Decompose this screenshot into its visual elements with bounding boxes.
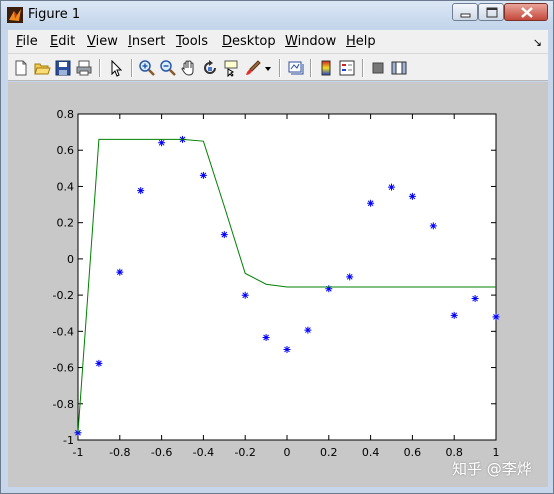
data-point bbox=[492, 313, 500, 321]
x-tick-label: -1 bbox=[73, 446, 84, 459]
brush-icon[interactable] bbox=[244, 59, 262, 77]
data-point bbox=[388, 183, 395, 191]
print-icon[interactable] bbox=[75, 59, 93, 77]
x-tick-label: 0.6 bbox=[404, 446, 422, 459]
close-button[interactable] bbox=[504, 3, 548, 21]
toolbar-separator bbox=[279, 59, 281, 77]
minimize-icon bbox=[460, 13, 471, 18]
watermark-text: 知乎 @李烨 bbox=[452, 460, 532, 478]
data-point bbox=[408, 192, 416, 200]
y-tick-label: 0.4 bbox=[57, 180, 75, 193]
y-tick-label: 0 bbox=[67, 253, 74, 266]
toolbar-separator bbox=[310, 59, 312, 77]
data-point bbox=[262, 333, 270, 341]
x-tick-label: 0.2 bbox=[320, 446, 338, 459]
figure-window: Figure 1 File Edit View Insert Tools Des… bbox=[0, 0, 554, 494]
y-tick-label: -0.6 bbox=[53, 362, 74, 375]
link-plot-icon[interactable] bbox=[287, 59, 305, 77]
axes-box bbox=[77, 113, 497, 441]
y-tick-label: -1 bbox=[63, 434, 74, 447]
toolbar-separator bbox=[131, 59, 133, 77]
data-point bbox=[199, 171, 207, 179]
data-point bbox=[220, 231, 228, 239]
menu-window[interactable]: Window bbox=[285, 34, 336, 49]
data-cursor-icon[interactable] bbox=[222, 59, 240, 77]
menu-bar: File Edit View Insert Tools Desktop Wind… bbox=[8, 30, 548, 53]
menu-edit[interactable]: Edit bbox=[50, 34, 75, 49]
menu-insert[interactable]: Insert bbox=[128, 34, 165, 49]
data-point bbox=[158, 139, 166, 147]
menu-view[interactable]: View bbox=[87, 34, 118, 49]
x-tick-label: -0.6 bbox=[151, 446, 172, 459]
y-tick-label: 0.2 bbox=[57, 217, 75, 230]
data-point bbox=[283, 345, 291, 353]
data-point bbox=[367, 199, 375, 207]
x-tick-label: -0.2 bbox=[234, 446, 255, 459]
data-point bbox=[429, 222, 437, 230]
figure-toolbar bbox=[8, 53, 548, 81]
colorbar-icon[interactable] bbox=[317, 59, 335, 77]
rotate-3d-icon[interactable] bbox=[201, 59, 219, 77]
data-point bbox=[116, 268, 124, 276]
y-tick-label: 0.8 bbox=[57, 108, 75, 121]
zoom-in-icon[interactable] bbox=[138, 59, 156, 77]
data-point bbox=[450, 311, 458, 319]
menu-desktop[interactable]: Desktop bbox=[222, 34, 276, 49]
y-tick-label: -0.4 bbox=[53, 325, 74, 338]
toolbar-separator bbox=[362, 59, 364, 77]
y-tick-label: -0.2 bbox=[53, 289, 74, 302]
x-tick-label: 0 bbox=[284, 446, 291, 459]
maximize-button[interactable] bbox=[478, 3, 504, 21]
title-bar[interactable]: Figure 1 bbox=[1, 1, 553, 29]
pointer-icon[interactable] bbox=[107, 59, 125, 77]
menu-tools[interactable]: Tools bbox=[176, 34, 208, 49]
data-point bbox=[471, 295, 479, 303]
data-point bbox=[346, 273, 354, 281]
show-plot-tools-icon[interactable] bbox=[390, 59, 408, 77]
open-file-icon[interactable] bbox=[33, 59, 51, 77]
dock-arrow-icon[interactable]: ↘ bbox=[533, 36, 542, 49]
y-tick-label: 0.6 bbox=[57, 144, 75, 157]
figure-canvas[interactable]: -1 -0.8 -0.6 -0.4 -0.2 0 0.2 0.4 0.6 0.8 1 -1 -0.8 -0… bbox=[8, 82, 548, 487]
x-tick-label: -0.4 bbox=[193, 446, 214, 459]
data-point bbox=[95, 359, 103, 367]
legend-icon[interactable] bbox=[338, 59, 356, 77]
new-figure-icon[interactable] bbox=[12, 59, 30, 77]
maximize-icon bbox=[486, 7, 498, 18]
data-point bbox=[304, 326, 312, 334]
x-tick-label: 0.4 bbox=[362, 446, 380, 459]
toolbar-separator bbox=[99, 59, 101, 77]
window-title: Figure 1 bbox=[28, 7, 81, 22]
menu-help[interactable]: Help bbox=[346, 34, 376, 49]
zoom-out-icon[interactable] bbox=[159, 59, 177, 77]
data-point bbox=[241, 291, 249, 299]
hide-plot-tools-icon[interactable] bbox=[369, 59, 387, 77]
plot-axes[interactable]: -1 -0.8 -0.6 -0.4 -0.2 0 0.2 0.4 0.6 0.8 1-1-0.8-0… bbox=[8, 82, 548, 487]
data-point bbox=[137, 187, 145, 195]
save-icon[interactable] bbox=[54, 59, 72, 77]
pan-hand-icon[interactable] bbox=[180, 59, 198, 77]
matlab-icon bbox=[7, 7, 23, 23]
menu-file[interactable]: File bbox=[16, 34, 38, 49]
y-tick-label: -0.8 bbox=[53, 398, 74, 411]
x-tick-label: -0.8 bbox=[109, 446, 130, 459]
close-icon bbox=[521, 7, 533, 18]
dropdown-arrow-icon[interactable] bbox=[263, 59, 273, 77]
minimize-button[interactable] bbox=[452, 3, 478, 21]
data-point bbox=[325, 285, 333, 293]
